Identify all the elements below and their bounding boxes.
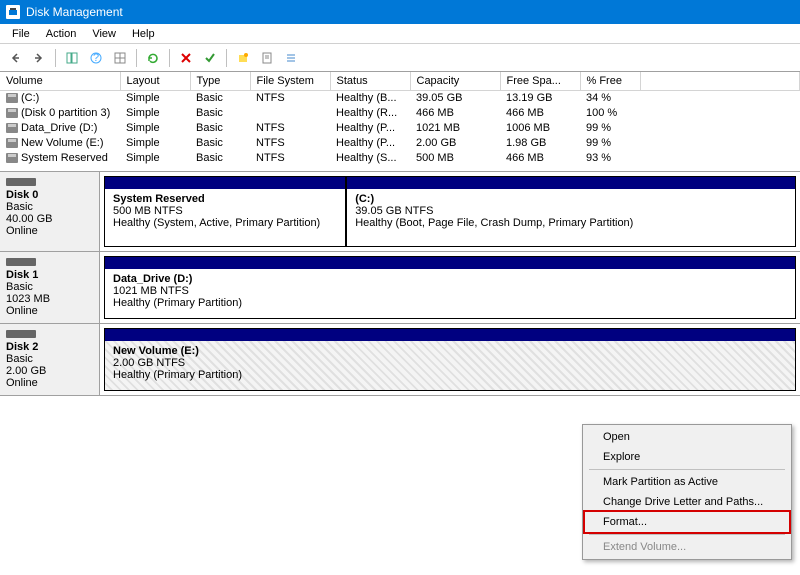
ctx-format[interactable]: Format... (585, 512, 789, 532)
window-title: Disk Management (26, 5, 123, 19)
disk-icon (6, 178, 36, 186)
col-header[interactable]: Free Spa... (500, 72, 580, 90)
col-header[interactable]: Volume (0, 72, 120, 90)
volume-table: VolumeLayoutTypeFile SystemStatusCapacit… (0, 72, 800, 172)
volume-row[interactable]: (C:)SimpleBasicNTFSHealthy (B...39.05 GB… (0, 90, 800, 105)
partition[interactable]: System Reserved500 MB NTFSHealthy (Syste… (104, 176, 346, 247)
check-icon[interactable] (199, 47, 221, 69)
partition-stripe (105, 257, 795, 269)
disk-row: Disk 0Basic40.00 GBOnlineSystem Reserved… (0, 172, 800, 252)
menu-bar: File Action View Help (0, 24, 800, 44)
col-header[interactable]: % Free (580, 72, 640, 90)
menu-action[interactable]: Action (38, 26, 85, 42)
context-menu: Open Explore Mark Partition as Active Ch… (582, 424, 792, 560)
partition-stripe (105, 177, 345, 189)
refresh-icon[interactable] (142, 47, 164, 69)
disk-icon (6, 258, 36, 266)
menu-file[interactable]: File (4, 26, 38, 42)
col-header[interactable]: Type (190, 72, 250, 90)
col-header[interactable]: Status (330, 72, 410, 90)
disk-row: Disk 2Basic2.00 GBOnlineNew Volume (E:)2… (0, 324, 800, 396)
col-header[interactable]: File System (250, 72, 330, 90)
menu-help[interactable]: Help (124, 26, 163, 42)
properties-icon[interactable] (256, 47, 278, 69)
help-icon[interactable]: ? (85, 47, 107, 69)
ctx-explore[interactable]: Explore (585, 447, 789, 467)
volume-row[interactable]: (Disk 0 partition 3)SimpleBasicHealthy (… (0, 105, 800, 120)
list-icon[interactable] (280, 47, 302, 69)
disk-icon (6, 330, 36, 338)
volume-row[interactable]: New Volume (E:)SimpleBasicNTFSHealthy (P… (0, 135, 800, 150)
partition[interactable]: Data_Drive (D:)1021 MB NTFSHealthy (Prim… (104, 256, 796, 319)
layout-icon[interactable] (61, 47, 83, 69)
partition[interactable]: (C:)39.05 GB NTFSHealthy (Boot, Page Fil… (346, 176, 796, 247)
volume-row[interactable]: System ReservedSimpleBasicNTFSHealthy (S… (0, 150, 800, 165)
volume-row[interactable]: Data_Drive (D:)SimpleBasicNTFSHealthy (P… (0, 120, 800, 135)
back-icon[interactable] (4, 47, 26, 69)
disk-row: Disk 1Basic1023 MBOnlineData_Drive (D:)1… (0, 252, 800, 324)
app-icon (6, 5, 20, 19)
toolbar: ? (0, 44, 800, 72)
ctx-extend[interactable]: Extend Volume... (585, 537, 789, 557)
partition[interactable]: New Volume (E:)2.00 GB NTFSHealthy (Prim… (104, 328, 796, 391)
partition-stripe (105, 329, 795, 341)
svg-text:?: ? (93, 52, 99, 64)
menu-view[interactable]: View (84, 26, 124, 42)
forward-icon[interactable] (28, 47, 50, 69)
title-bar: Disk Management (0, 0, 800, 24)
disk-info[interactable]: Disk 0Basic40.00 GBOnline (0, 172, 100, 251)
partition-stripe (347, 177, 795, 189)
highlight-format: Format... (583, 510, 791, 534)
grid-icon[interactable] (109, 47, 131, 69)
disk-layout-area: Disk 0Basic40.00 GBOnlineSystem Reserved… (0, 172, 800, 396)
col-header[interactable]: Capacity (410, 72, 500, 90)
new-icon[interactable] (232, 47, 254, 69)
disk-info[interactable]: Disk 1Basic1023 MBOnline (0, 252, 100, 323)
ctx-change-letter[interactable]: Change Drive Letter and Paths... (585, 492, 789, 512)
disk-info[interactable]: Disk 2Basic2.00 GBOnline (0, 324, 100, 395)
ctx-mark-active[interactable]: Mark Partition as Active (585, 472, 789, 492)
col-header[interactable]: Layout (120, 72, 190, 90)
delete-icon[interactable] (175, 47, 197, 69)
ctx-open[interactable]: Open (585, 427, 789, 447)
